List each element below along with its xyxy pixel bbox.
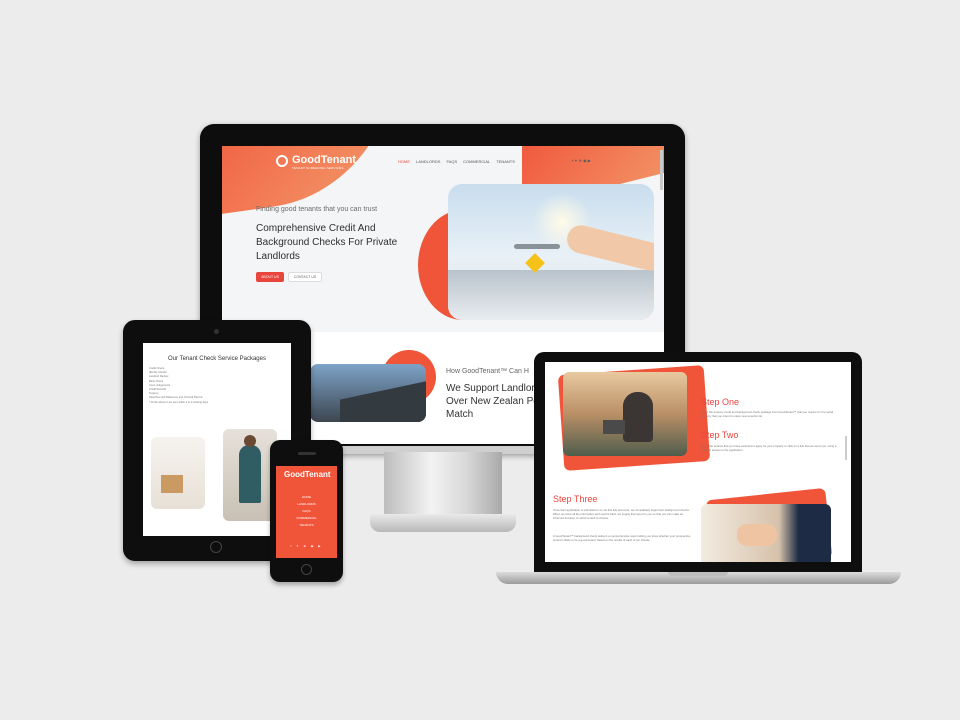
phone-menu-screen: GoodTenant HOME LANDLORDS FAQS COMMERCIA…	[276, 466, 337, 558]
phone-nav-tenants[interactable]: TENANTS	[276, 522, 337, 529]
hero-title: Comprehensive Credit And Background Chec…	[256, 223, 398, 262]
about-us-button[interactable]: ABOUT US	[256, 272, 284, 282]
key-handover-photo	[701, 504, 831, 562]
desktop-nav: HOME LANDLORDS FAQS COMMERCIAL TENANTS	[398, 159, 515, 164]
nav-item-commercial[interactable]: COMMERCIAL	[463, 159, 490, 164]
cardboard-box	[161, 475, 183, 493]
nav-item-landlords[interactable]: LANDLORDS	[416, 159, 440, 164]
hero-tagline: Finding good tenants that you can trust	[256, 206, 378, 213]
hand-holding-key	[564, 222, 654, 274]
tenant-head	[244, 435, 256, 447]
roof-shape	[340, 380, 426, 422]
monitor-stand-neck	[384, 452, 502, 518]
laptop-scrollbar[interactable]	[845, 436, 847, 460]
house-magnifier-icon	[276, 155, 288, 167]
phone-nav-home[interactable]: HOME	[276, 494, 337, 501]
contact-us-button[interactable]: CONTACT US	[288, 272, 322, 282]
nav-item-tenants[interactable]: TENANTS	[496, 159, 515, 164]
laptop-notch	[668, 572, 728, 576]
section-kicker: How GoodTenant™ Can H	[446, 368, 529, 375]
woman-figure	[623, 392, 653, 442]
nav-item-faqs[interactable]: FAQS	[446, 159, 457, 164]
list-item: * All the above to be sent within 2 to 3…	[149, 400, 209, 404]
monitor-stand-base	[370, 514, 516, 532]
phone-nav-landlords[interactable]: LANDLORDS	[276, 501, 337, 508]
happy-tenant-photo	[223, 429, 277, 521]
key-icon	[514, 244, 560, 249]
phone-nav-faqs[interactable]: FAQS	[276, 508, 337, 515]
phone-nav-commercial[interactable]: COMMERCIAL	[276, 515, 337, 522]
desktop-hero-screen: GoodTenant TENANT SCREENING SERVICES HOM…	[222, 146, 664, 332]
scrollbar[interactable]	[660, 150, 663, 190]
phone-home-button[interactable]	[301, 564, 312, 575]
phone-social-icons[interactable]: f ✦ ⊕ ◉ ▶	[276, 544, 337, 548]
step-two-text: Direct the tenants that you have selecte…	[701, 444, 837, 452]
tablet-packages-screen: Our Tenant Check Service Packages Credit…	[143, 343, 291, 536]
laptop-icon	[603, 420, 625, 434]
packages-title: Our Tenant Check Service Packages	[168, 356, 266, 362]
brand-tagline-small: TENANT SCREENING SERVICES	[292, 166, 344, 170]
step-one-text: Order the tenancy credit and background …	[701, 410, 834, 418]
nav-item-home[interactable]: HOME	[398, 159, 410, 164]
packages-list: Credit Check Identity Checks Landlord Re…	[149, 367, 208, 405]
tenant-figure	[239, 445, 261, 503]
step-three-text: Once their application is submitted to u…	[553, 508, 690, 520]
hero-key-photo	[448, 184, 654, 320]
tablet-home-button[interactable]	[210, 541, 222, 553]
step-three-text-2: A GoodTenant™ background check delivers …	[553, 534, 691, 542]
phone-brand-logo[interactable]: GoodTenant	[284, 470, 331, 479]
house-roof-photo	[310, 364, 426, 422]
social-icons[interactable]: f ✦ ⊕ ◉ ▶	[572, 158, 591, 163]
city-skyline	[448, 270, 654, 320]
step-three-title: Step Three	[553, 494, 598, 504]
step-two-title: Step Two	[701, 430, 739, 440]
woman-laptop-photo	[563, 372, 687, 456]
phone-nav: HOME LANDLORDS FAQS COMMERCIAL TENANTS	[276, 494, 337, 529]
tablet-camera	[214, 329, 219, 334]
phone-speaker	[298, 452, 316, 455]
list-item: Searches with Reference and Criminal Rec…	[149, 396, 203, 400]
brand-logo[interactable]: GoodTenant	[292, 154, 356, 166]
laptop-steps-screen: Step One Order the tenancy credit and ba…	[545, 362, 851, 562]
hand-with-keys	[737, 524, 777, 546]
step-one-title: Step One	[701, 397, 740, 407]
moving-boxes-photo	[151, 437, 205, 509]
